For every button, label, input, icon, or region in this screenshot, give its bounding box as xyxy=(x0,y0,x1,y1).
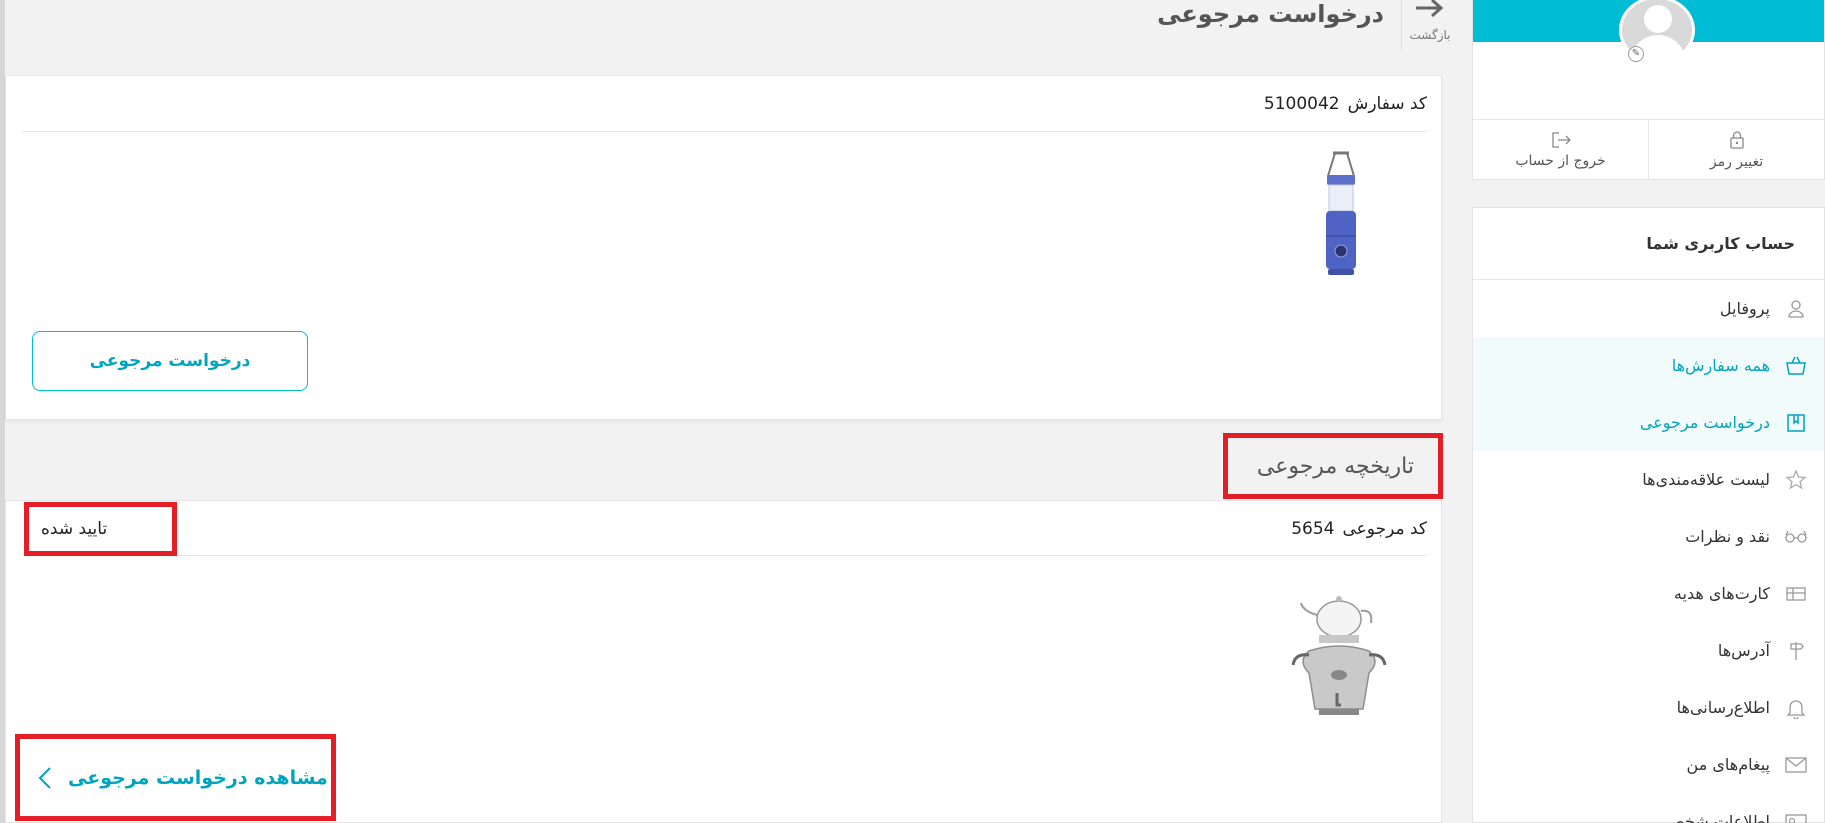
signpost-icon xyxy=(1784,639,1808,663)
logout-icon xyxy=(1551,131,1571,148)
sidebar-item-label: نقد و نظرات xyxy=(1685,527,1770,546)
sidebar-item-label: اطلاع‌رسانی‌ها xyxy=(1676,698,1770,717)
sidebar-item-personal-info[interactable]: اطلاعات شخصی xyxy=(1473,793,1824,823)
glasses-icon xyxy=(1784,525,1808,549)
back-button[interactable]: بازگشت xyxy=(1400,0,1460,50)
sidebar-item-addresses[interactable]: آدرس‌ها xyxy=(1473,622,1824,679)
sidebar-item-label: لیست علاقه‌مندی‌ها xyxy=(1642,470,1770,489)
pencil-icon[interactable]: ✎ xyxy=(1628,46,1644,62)
sidebar-item-messages[interactable]: پیغام‌های من xyxy=(1473,736,1824,793)
profile-card: ✎ تغییر رمز خروج از حساب xyxy=(1472,0,1825,180)
back-label: بازگشت xyxy=(1409,28,1451,42)
status-text: تایید شده xyxy=(41,519,108,539)
return-code-label: کد مرجوعی xyxy=(1342,518,1427,539)
view-return-request-link[interactable]: مشاهده درخواست مرجوعی xyxy=(15,734,336,821)
status-badge: تایید شده xyxy=(24,502,177,556)
order-card: کد سفارش 5100042 درخواست مرجوعی xyxy=(5,75,1442,420)
user-icon xyxy=(1784,297,1808,321)
sidebar-item-wishlist[interactable]: لیست علاقه‌مندی‌ها xyxy=(1473,451,1824,508)
gift-card-icon xyxy=(1784,582,1808,606)
order-code-value: 5100042 xyxy=(1263,93,1340,114)
order-code-label: کد سفارش xyxy=(1347,93,1427,114)
order-code: کد سفارش 5100042 xyxy=(22,76,1427,132)
return-request-button[interactable]: درخواست مرجوعی xyxy=(32,331,308,391)
sidebar-item-reviews[interactable]: نقد و نظرات xyxy=(1473,508,1824,565)
change-password-button[interactable]: تغییر رمز xyxy=(1649,120,1824,179)
page-title: درخواست مرجوعی xyxy=(1157,0,1384,28)
chevron-left-icon xyxy=(38,766,51,789)
return-box-icon xyxy=(1784,411,1808,435)
logout-label: خروج از حساب xyxy=(1515,152,1606,169)
change-password-label: تغییر رمز xyxy=(1709,153,1764,170)
sidebar-item-notifications[interactable]: اطلاع‌رسانی‌ها xyxy=(1473,679,1824,736)
account-menu: حساب کاربری شما پروفایل همه سفارش‌ها درخ… xyxy=(1472,207,1825,823)
sidebar-item-label: اطلاعات شخصی xyxy=(1657,812,1770,823)
envelope-icon xyxy=(1784,753,1808,777)
basket-icon xyxy=(1784,354,1808,378)
header-divider xyxy=(1401,0,1402,50)
sidebar-item-gift-cards[interactable]: کارت‌های هدیه xyxy=(1473,565,1824,622)
sidebar-item-all-orders[interactable]: همه سفارش‌ها xyxy=(1473,337,1824,394)
star-icon xyxy=(1784,468,1808,492)
return-history-card: کد مرجوعی 5654 تایید شده مشاهده درخواست … xyxy=(5,500,1442,823)
sidebar-item-return-request[interactable]: درخواست مرجوعی xyxy=(1473,394,1824,451)
page-header: بازگشت درخواست مرجوعی xyxy=(1157,0,1460,50)
return-code: کد مرجوعی 5654 xyxy=(1291,501,1427,556)
return-code-value: 5654 xyxy=(1291,518,1335,539)
bell-icon xyxy=(1784,696,1808,720)
arrow-right-icon xyxy=(1416,0,1444,18)
view-return-request-label: مشاهده درخواست مرجوعی xyxy=(68,766,328,789)
return-history-head: کد مرجوعی 5654 تایید شده xyxy=(22,501,1427,556)
id-card-icon xyxy=(1784,810,1808,823)
product-image-samovar[interactable] xyxy=(1289,589,1389,719)
lock-icon xyxy=(1729,130,1744,149)
profile-actions: تغییر رمز خروج از حساب xyxy=(1473,119,1824,179)
menu-title: حساب کاربری شما xyxy=(1473,208,1824,280)
sidebar-item-label: درخواست مرجوعی xyxy=(1639,413,1770,432)
logout-button[interactable]: خروج از حساب xyxy=(1473,120,1649,179)
sidebar-item-label: پروفایل xyxy=(1719,299,1770,318)
product-image-lantern[interactable] xyxy=(1311,151,1371,291)
return-history-title-text: تاریخچه مرجوعی xyxy=(1256,453,1414,479)
return-history-title: تاریخچه مرجوعی xyxy=(1223,433,1443,499)
sidebar-item-profile[interactable]: پروفایل xyxy=(1473,280,1824,337)
sidebar-item-label: آدرس‌ها xyxy=(1717,641,1770,660)
sidebar-item-label: پیغام‌های من xyxy=(1686,755,1770,774)
sidebar-item-label: کارت‌های هدیه xyxy=(1673,584,1770,603)
sidebar-item-label: همه سفارش‌ها xyxy=(1671,356,1770,375)
